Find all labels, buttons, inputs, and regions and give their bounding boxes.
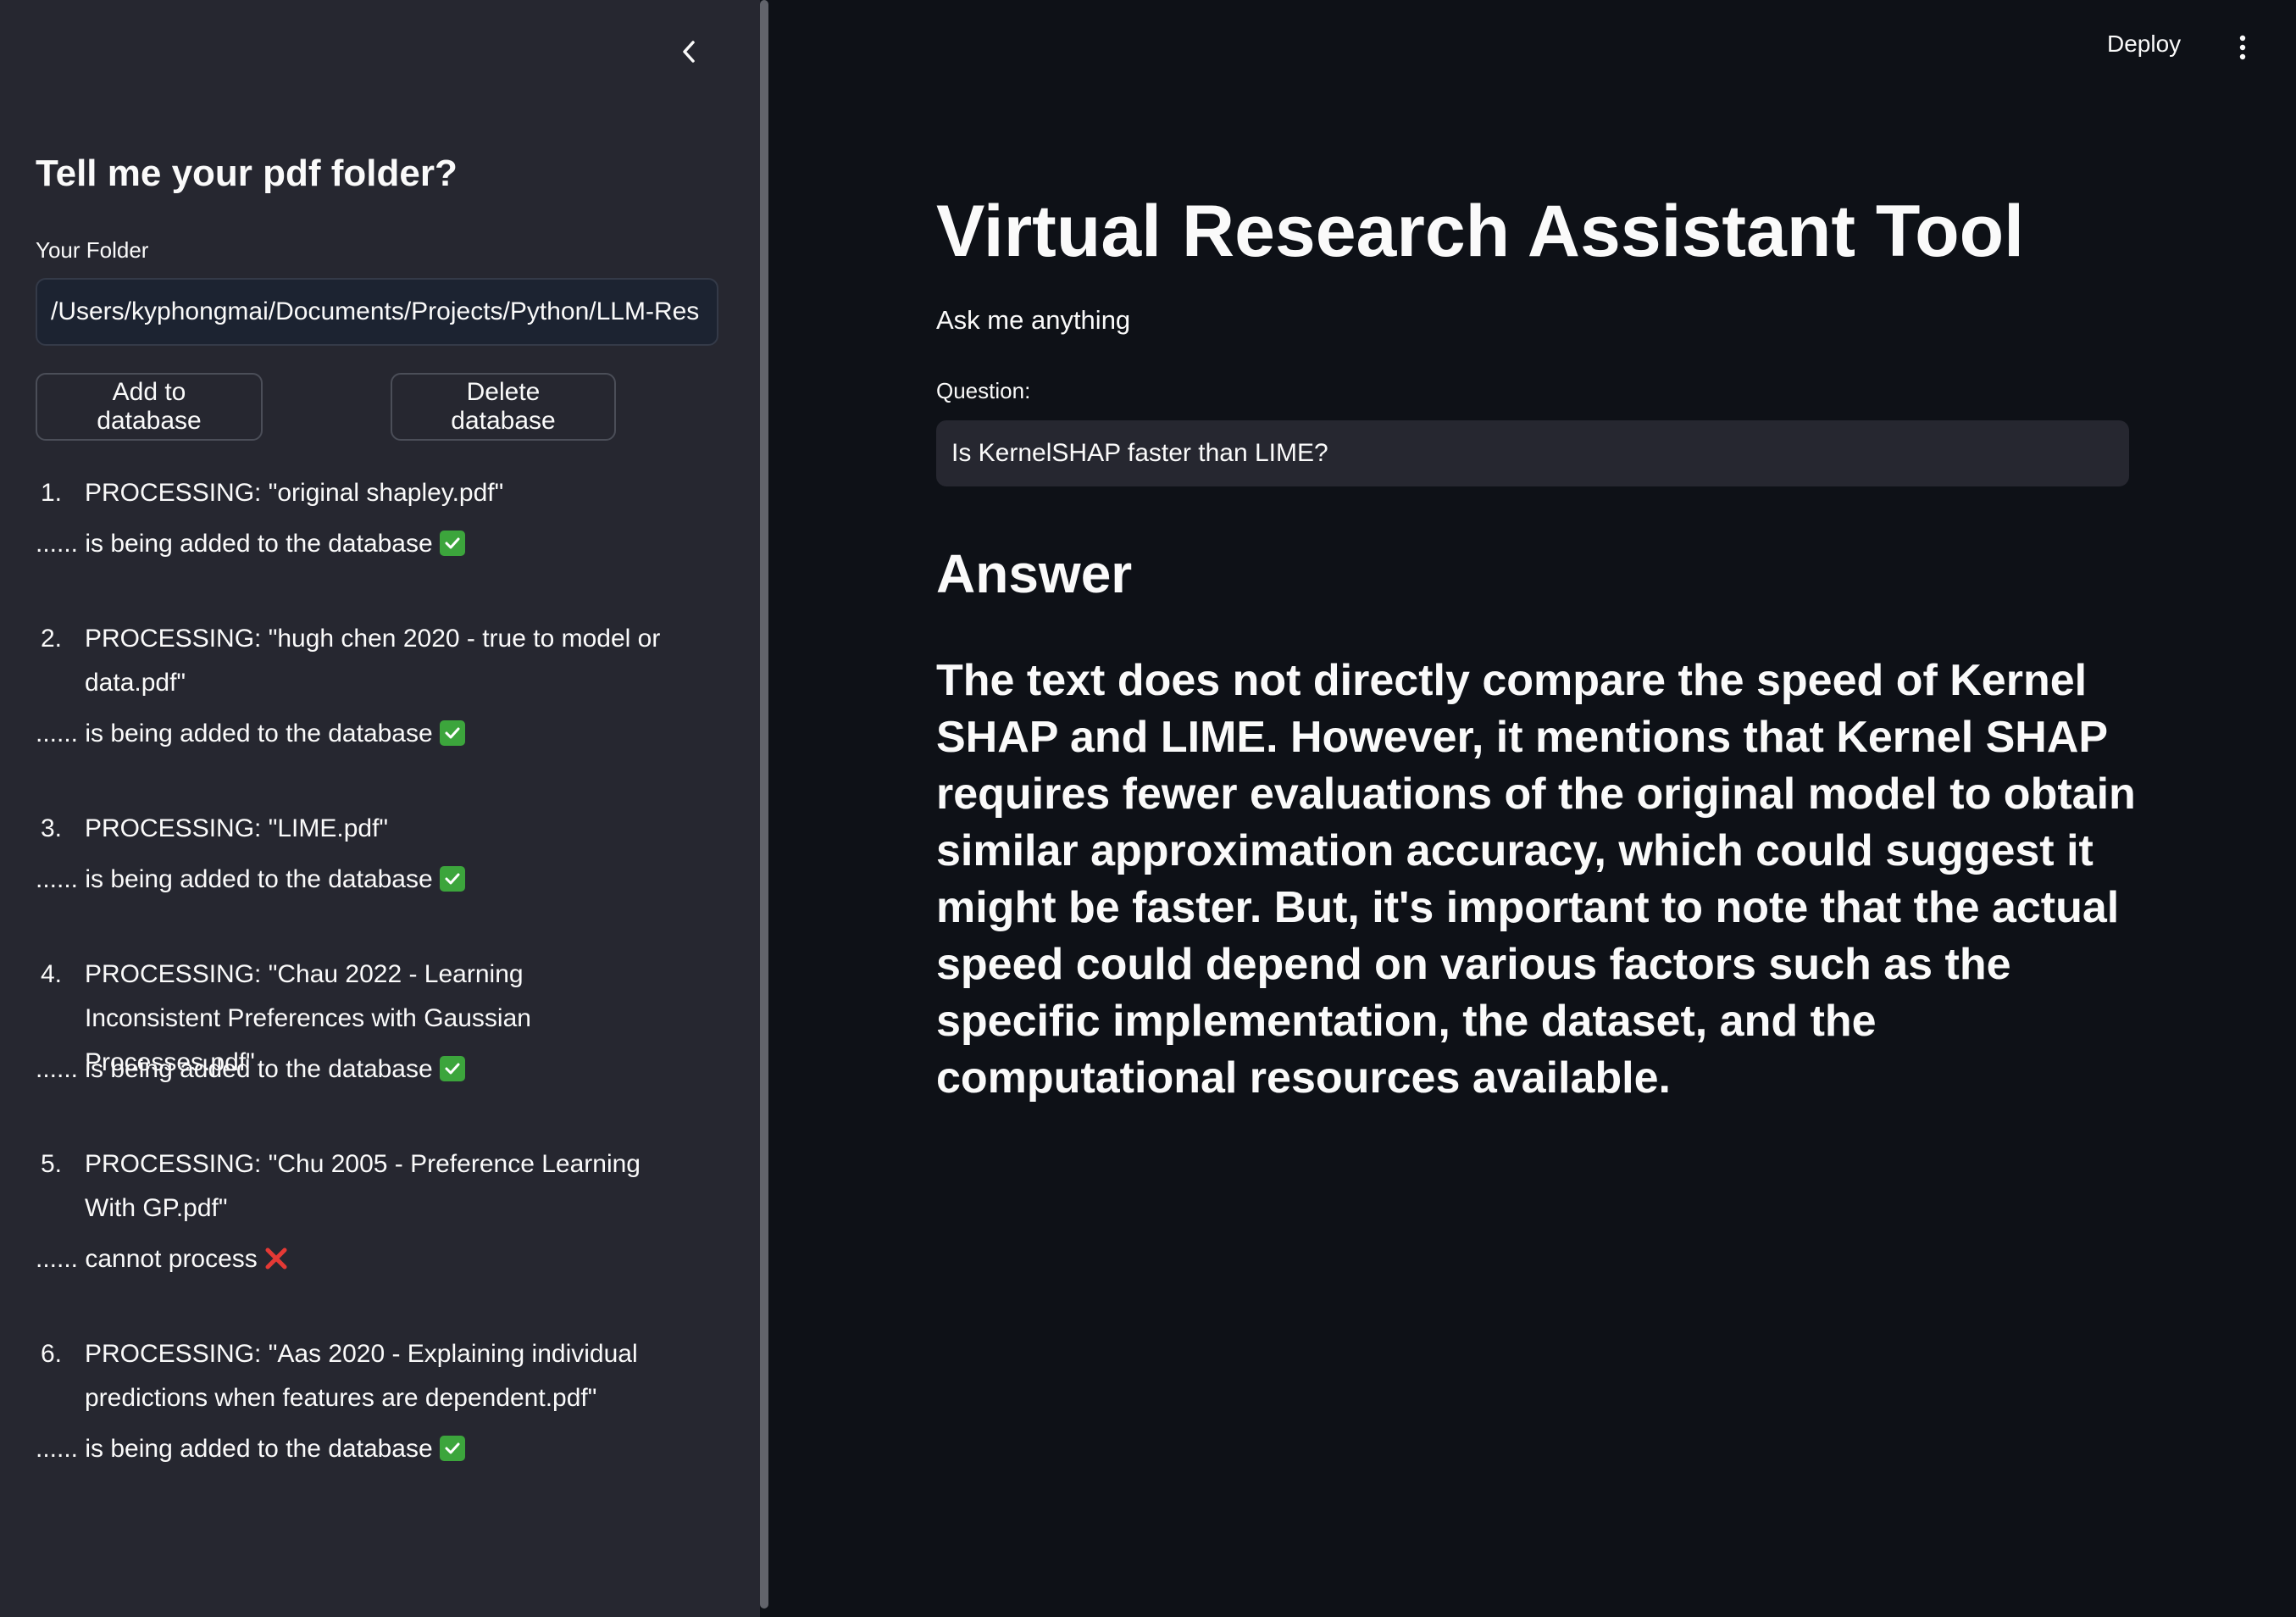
check-icon — [439, 1436, 465, 1461]
question-input[interactable] — [936, 420, 2129, 486]
sidebar: Tell me your pdf folder? Your Folder Add… — [0, 0, 760, 1617]
check-icon — [439, 866, 465, 892]
log-status-text: ...... is being added to the database — [36, 1435, 433, 1463]
log-status-text: ...... is being added to the database — [36, 530, 433, 558]
sidebar-scrollbar[interactable] — [760, 0, 768, 1609]
log-number: 6. — [41, 1340, 63, 1368]
log-processing-text: PROCESSING: "LIME.pdf" — [85, 814, 389, 842]
log-number: 1. — [41, 479, 63, 507]
folder-label: Your Folder — [36, 237, 149, 263]
more-vertical-icon — [2239, 35, 2246, 60]
question-label: Question: — [936, 378, 1031, 403]
check-icon — [439, 1056, 465, 1081]
sidebar-header: Tell me your pdf folder? — [36, 153, 458, 194]
log-status-text: ...... is being added to the database — [36, 1055, 433, 1083]
log-item: 3. PROCESSING: "LIME.pdf" ...... is bein… — [0, 807, 729, 893]
page-title: Virtual Research Assistant Tool — [936, 191, 2025, 272]
collapse-sidebar-button[interactable] — [669, 32, 708, 71]
log-status-text: ...... cannot process — [36, 1245, 258, 1273]
subtitle: Ask me anything — [936, 305, 1131, 335]
answer-heading: Answer — [936, 543, 1133, 604]
log-item: 6. PROCESSING: "Aas 2020 - Explaining in… — [0, 1332, 729, 1463]
log-processing-text: PROCESSING: "Chu 2005 - Preference Learn… — [85, 1150, 641, 1222]
log-number: 4. — [41, 960, 63, 988]
log-item: 2. PROCESSING: "hugh chen 2020 - true to… — [0, 617, 729, 747]
log-status-text: ...... is being added to the database — [36, 720, 433, 747]
log-processing-text: PROCESSING: "original shapley.pdf" — [85, 479, 504, 507]
log-item: 5. PROCESSING: "Chu 2005 - Preference Le… — [0, 1142, 729, 1273]
main-menu-button[interactable] — [2226, 31, 2260, 64]
log-number: 2. — [41, 625, 63, 653]
log-item: 1. PROCESSING: "original shapley.pdf" ..… — [0, 471, 729, 558]
chevron-left-icon — [683, 41, 695, 63]
log-number: 3. — [41, 814, 63, 842]
log-processing-text: PROCESSING: "Aas 2020 - Explaining indiv… — [85, 1340, 638, 1412]
check-icon — [439, 531, 465, 556]
cross-icon — [265, 1247, 287, 1270]
deploy-button[interactable]: Deploy — [2107, 31, 2181, 58]
log-number: 5. — [41, 1150, 63, 1178]
log-item: 4. PROCESSING: "Chau 2022 - Learning Inc… — [0, 953, 729, 1085]
folder-input[interactable] — [36, 278, 718, 346]
add-to-database-button[interactable]: Add to database — [36, 373, 263, 441]
delete-database-button[interactable]: Delete database — [391, 373, 616, 441]
main-content: Deploy Virtual Research Assistant Tool A… — [768, 0, 2296, 1617]
log-status-text: ...... is being added to the database — [36, 865, 433, 893]
log-processing-text: PROCESSING: "hugh chen 2020 - true to mo… — [85, 625, 661, 697]
check-icon — [439, 720, 465, 746]
app-window: Tell me your pdf folder? Your Folder Add… — [0, 0, 2296, 1617]
answer-text: The text does not directly compare the s… — [936, 656, 2136, 1103]
